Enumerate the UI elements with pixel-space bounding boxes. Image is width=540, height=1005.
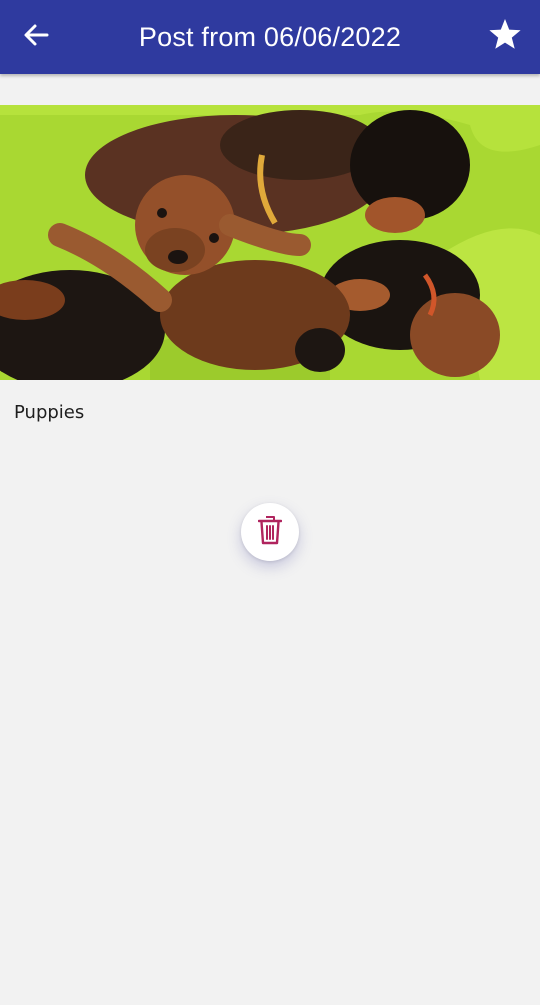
delete-button[interactable] <box>241 503 299 561</box>
puppies-photo[interactable] <box>0 105 540 380</box>
trash-icon <box>257 515 283 549</box>
back-button[interactable] <box>14 15 58 59</box>
arrow-left-icon <box>23 23 49 51</box>
app-bar: Post from 06/06/2022 <box>0 0 540 74</box>
post-caption: Puppies <box>14 402 85 423</box>
page-title: Post from 06/06/2022 <box>138 21 402 52</box>
star-icon <box>488 18 522 55</box>
favorite-button[interactable] <box>482 13 528 59</box>
